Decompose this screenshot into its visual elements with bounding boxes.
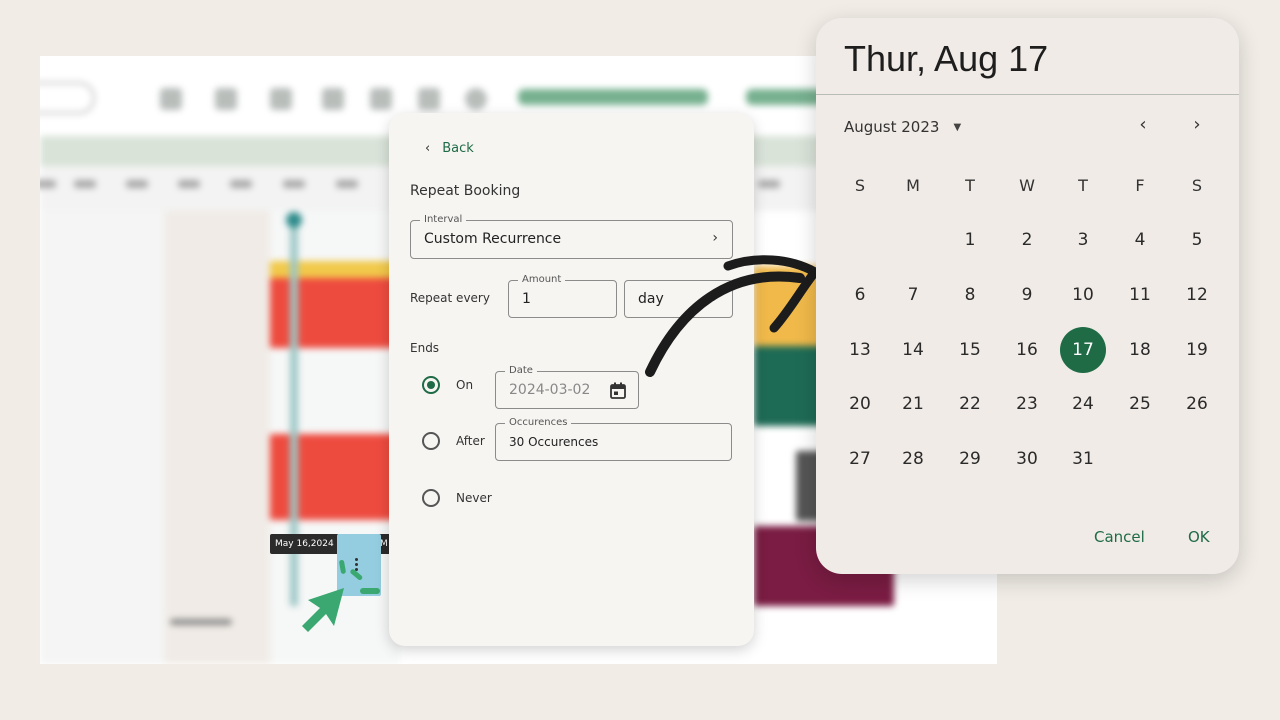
day-cell[interactable]: 21 <box>890 381 936 427</box>
weekday-label: W <box>1019 176 1035 195</box>
day-cell[interactable]: 28 <box>890 436 936 482</box>
day-cell[interactable]: 20 <box>837 381 883 427</box>
day-cell[interactable]: 13 <box>837 327 883 373</box>
background-column <box>165 211 270 664</box>
scroll-thumb <box>170 619 232 625</box>
day-cell[interactable]: 25 <box>1117 381 1163 427</box>
day-selected[interactable]: 17 <box>1060 327 1106 373</box>
month-year-label: August 2023 <box>844 118 940 136</box>
day-label-blur <box>74 180 96 188</box>
cancel-button[interactable]: Cancel <box>1094 528 1145 546</box>
arrow-annotation <box>645 255 820 377</box>
toolbar-icon <box>322 88 344 110</box>
header-divider <box>816 94 1239 95</box>
day-cell[interactable]: 27 <box>837 436 883 482</box>
day-label-blur <box>336 180 358 188</box>
chevron-left-icon: ‹ <box>425 141 431 156</box>
day-label-blur <box>126 180 148 188</box>
day-cell[interactable]: 3 <box>1060 217 1106 263</box>
calendar-icon[interactable] <box>610 382 626 399</box>
date-picker-dialog: Thur, Aug 17 August 2023 ▼ ‹ › S M T W T F S 1… <box>816 18 1239 574</box>
day-cell[interactable]: 2 <box>1004 217 1050 263</box>
day-cell[interactable]: 6 <box>837 272 883 318</box>
panel-title: Repeat Booking <box>410 183 521 199</box>
day-label-blur <box>230 180 252 188</box>
date-tooltip: May 16,2024 <box>270 534 339 554</box>
weekday-label: F <box>1135 176 1145 195</box>
interval-legend: Interval <box>420 214 467 226</box>
day-cell[interactable]: 4 <box>1117 217 1163 263</box>
date-field[interactable]: Date 2024-03-02 <box>495 365 639 409</box>
toolbar-icon <box>418 88 440 110</box>
selected-date-header: Thur, Aug 17 <box>844 38 1049 79</box>
after-label: After <box>456 434 485 448</box>
caret-down-icon: ▼ <box>953 121 962 133</box>
toolbar-icon <box>270 88 292 110</box>
day-cell[interactable]: 9 <box>1004 272 1050 318</box>
day-cell[interactable]: 19 <box>1174 327 1220 373</box>
weekday-label: S <box>1191 176 1203 195</box>
toolbar-icon <box>215 88 237 110</box>
toolbar-icon <box>370 88 392 110</box>
repeat-every-label: Repeat every <box>410 291 490 305</box>
back-button[interactable]: ‹ Back <box>425 141 474 156</box>
ok-button[interactable]: OK <box>1188 528 1210 546</box>
day-cell[interactable]: 8 <box>947 272 993 318</box>
timeline-dot <box>286 212 302 228</box>
occurrences-legend: Occurences <box>505 417 572 429</box>
radio-on[interactable] <box>422 376 440 394</box>
background-column <box>40 211 165 664</box>
day-cell[interactable]: 12 <box>1174 272 1220 318</box>
day-cell[interactable]: 30 <box>1004 436 1050 482</box>
never-label: Never <box>456 491 492 505</box>
amount-input[interactable]: Amount 1 <box>508 274 617 318</box>
day-cell[interactable]: 16 <box>1004 327 1050 373</box>
day-cell[interactable]: 15 <box>947 327 993 373</box>
day-cell[interactable]: 5 <box>1174 217 1220 263</box>
day-cell[interactable]: 7 <box>890 272 936 318</box>
day-cell[interactable]: 22 <box>947 381 993 427</box>
cursor-click-icon <box>302 559 380 632</box>
toolbar-label-blur <box>518 89 708 105</box>
next-month-button[interactable]: › <box>1185 114 1209 135</box>
day-cell[interactable]: 11 <box>1117 272 1163 318</box>
day-label-blur <box>40 180 56 188</box>
day-label-blur <box>178 180 200 188</box>
previous-month-button[interactable]: ‹ <box>1131 114 1155 135</box>
back-label: Back <box>442 141 474 156</box>
day-label-blur <box>758 180 780 188</box>
radio-after[interactable] <box>422 432 440 450</box>
weekday-label: T <box>1078 176 1088 195</box>
chevron-right-icon: › <box>712 230 718 246</box>
toolbar-label-blur <box>746 89 826 105</box>
occurrences-value: 30 Occurences <box>509 435 599 449</box>
day-cell[interactable]: 10 <box>1060 272 1106 318</box>
interval-value: Custom Recurrence <box>424 231 562 247</box>
day-cell[interactable]: 14 <box>890 327 936 373</box>
amount-value: 1 <box>522 291 531 307</box>
month-year-selector[interactable]: August 2023 ▼ <box>844 118 961 136</box>
background-pill <box>40 82 95 114</box>
radio-never[interactable] <box>422 489 440 507</box>
weekday-label: S <box>854 176 866 195</box>
amount-legend: Amount <box>518 274 566 286</box>
on-label: On <box>456 378 474 392</box>
day-cell[interactable]: 26 <box>1174 381 1220 427</box>
day-cell[interactable]: 1 <box>947 217 993 263</box>
day-cell[interactable]: 31 <box>1060 436 1106 482</box>
date-value: 2024-03-02 <box>509 382 591 398</box>
date-legend: Date <box>505 365 537 377</box>
ends-label: Ends <box>410 341 440 355</box>
weekday-label: M <box>906 176 920 195</box>
toolbar-icon <box>465 88 487 110</box>
occurrences-field[interactable]: Occurences 30 Occurences <box>495 417 732 461</box>
day-cell[interactable]: 23 <box>1004 381 1050 427</box>
weekday-label: T <box>965 176 975 195</box>
toolbar-icon <box>160 88 182 110</box>
day-label-blur <box>283 180 305 188</box>
day-cell[interactable]: 29 <box>947 436 993 482</box>
day-cell[interactable]: 24 <box>1060 381 1106 427</box>
day-cell[interactable]: 18 <box>1117 327 1163 373</box>
